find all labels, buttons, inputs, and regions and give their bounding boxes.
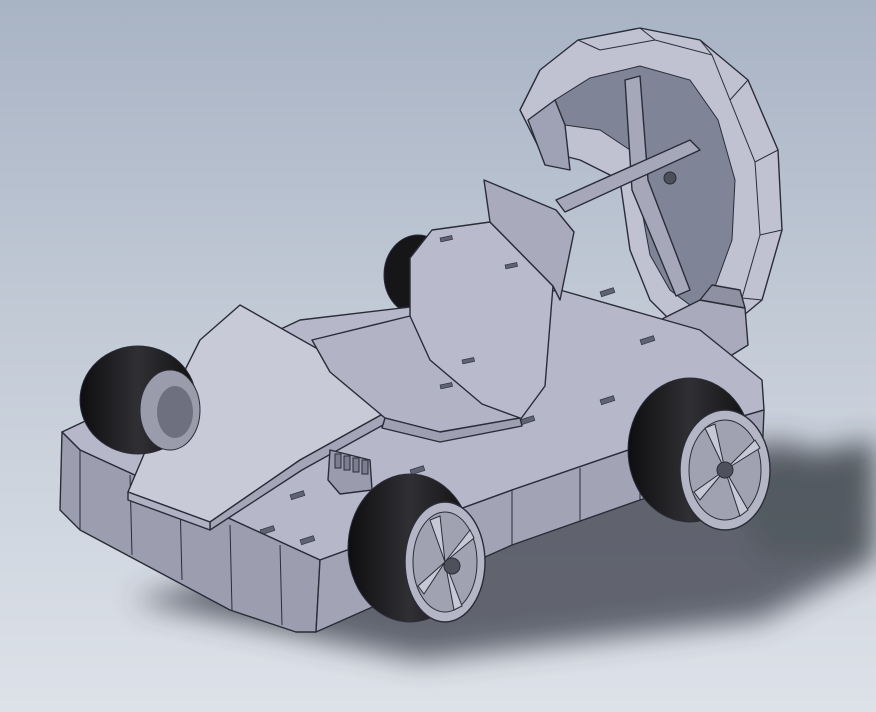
front-left-wheel <box>79 345 201 455</box>
cad-viewport[interactable] <box>0 0 876 712</box>
kart-model-render <box>59 27 876 660</box>
